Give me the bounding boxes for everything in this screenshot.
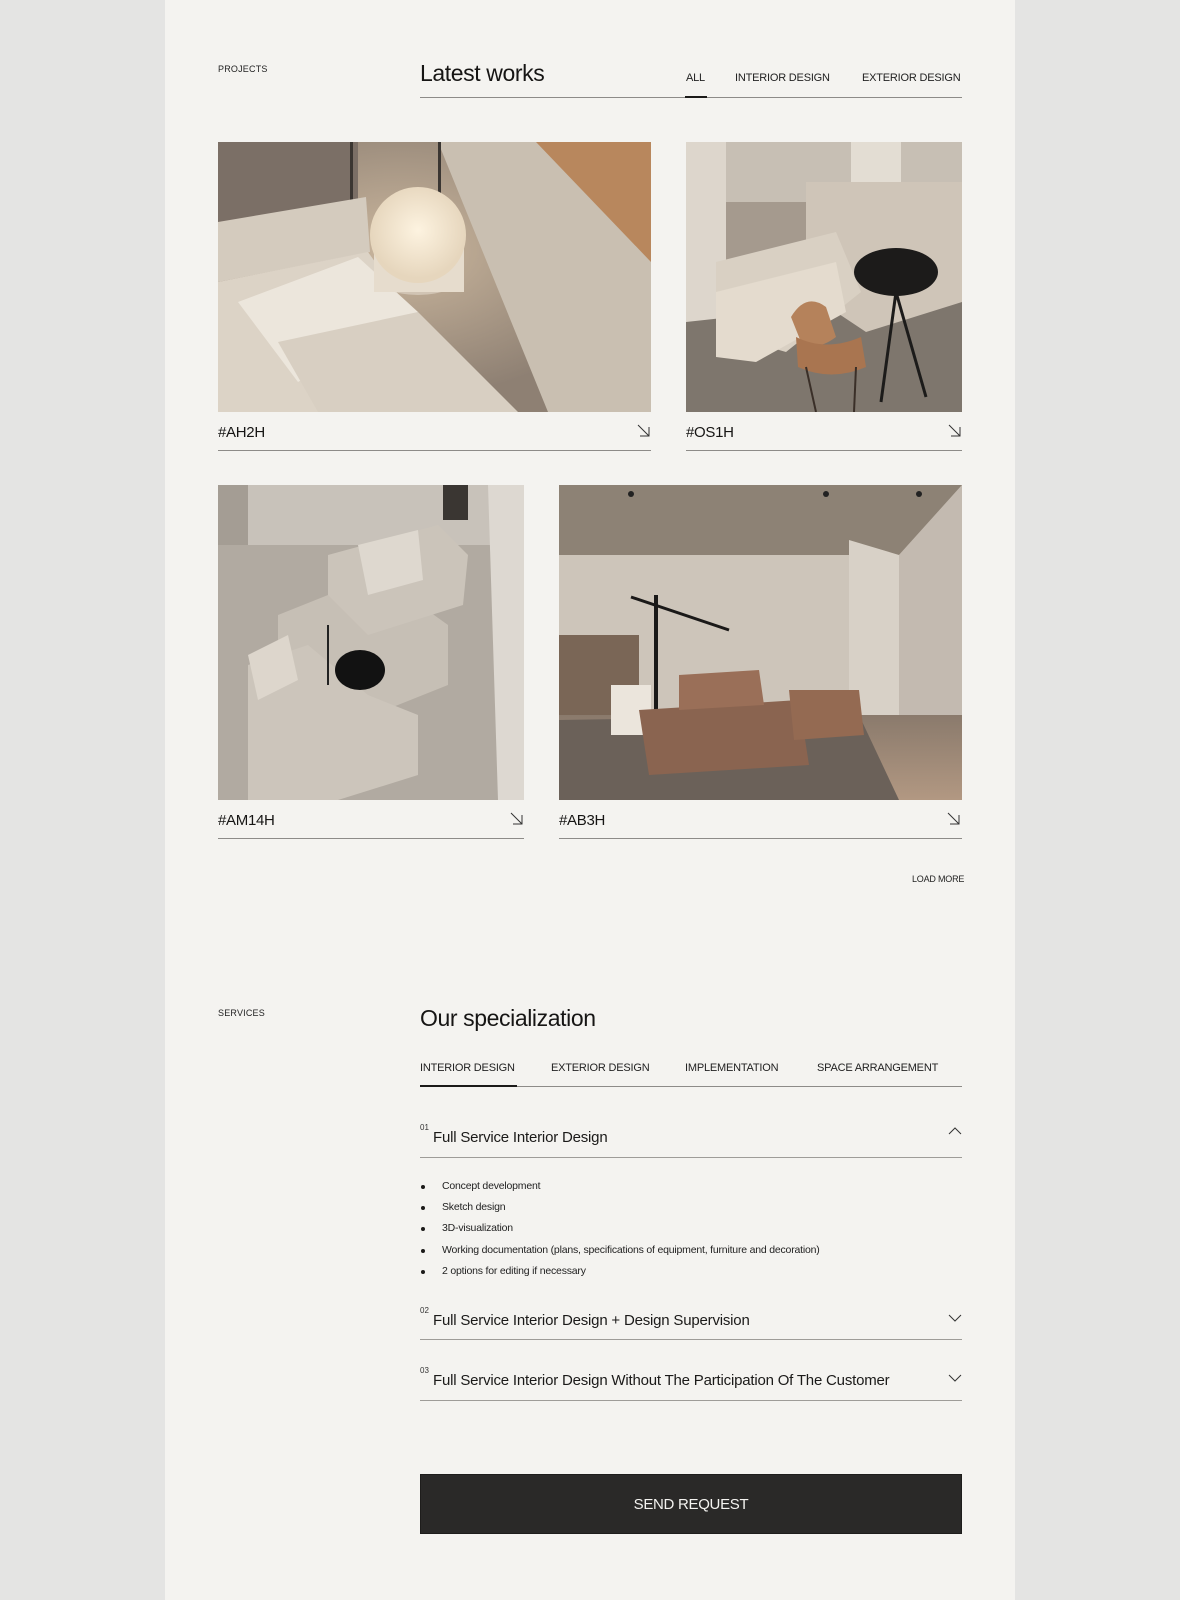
- accordion-number: 01: [420, 1123, 429, 1132]
- card-divider: [559, 838, 962, 839]
- chevron-up-icon[interactable]: [948, 1126, 962, 1136]
- accordion-number: 02: [420, 1306, 429, 1315]
- project-code-ab3h[interactable]: #AB3H: [559, 812, 605, 829]
- accordion-divider: [420, 1339, 962, 1340]
- tab-implementation[interactable]: IMPLEMENTATION: [685, 1062, 779, 1074]
- card-divider: [686, 450, 962, 451]
- load-more-button[interactable]: LOAD MORE: [912, 874, 964, 884]
- accordion-title-design-supervision[interactable]: Full Service Interior Design + Design Su…: [433, 1312, 750, 1329]
- accordion-number: 03: [420, 1366, 429, 1375]
- accordion-title-without-customer[interactable]: Full Service Interior Design Without The…: [433, 1372, 890, 1389]
- project-image-os1h[interactable]: [686, 142, 962, 412]
- tab-space-arrangement[interactable]: SPACE ARRANGEMENT: [817, 1062, 938, 1074]
- services-title: Our specialization: [420, 1005, 596, 1031]
- accordion-title-full-service[interactable]: Full Service Interior Design: [433, 1129, 608, 1146]
- arrow-down-right-icon[interactable]: [637, 424, 651, 438]
- send-request-button[interactable]: SEND REQUEST: [420, 1474, 962, 1534]
- services-section-label: SERVICES: [218, 1008, 265, 1018]
- chevron-down-icon[interactable]: [948, 1373, 962, 1383]
- list-item: Concept development: [420, 1180, 820, 1201]
- list-item: 3D-visualization: [420, 1222, 820, 1243]
- list-item: Working documentation (plans, specificat…: [420, 1244, 820, 1265]
- filter-all[interactable]: ALL: [686, 72, 705, 84]
- project-image-ah2h[interactable]: [218, 142, 651, 412]
- arrow-down-right-icon[interactable]: [947, 812, 961, 826]
- arrow-down-right-icon[interactable]: [948, 424, 962, 438]
- project-code-ah2h[interactable]: #AH2H: [218, 424, 265, 441]
- tab-active-indicator: [420, 1085, 517, 1087]
- project-image-am14h[interactable]: [218, 485, 524, 800]
- project-code-am14h[interactable]: #AM14H: [218, 812, 275, 829]
- arrow-down-right-icon[interactable]: [510, 812, 524, 826]
- project-code-os1h[interactable]: #OS1H: [686, 424, 734, 441]
- filter-active-indicator: [685, 96, 707, 98]
- list-item: 2 options for editing if necessary: [420, 1265, 820, 1286]
- filter-interior-design[interactable]: INTERIOR DESIGN: [735, 72, 830, 84]
- card-divider: [218, 838, 524, 839]
- projects-title: Latest works: [420, 60, 545, 86]
- chevron-down-icon[interactable]: [948, 1313, 962, 1323]
- list-item: Sketch design: [420, 1201, 820, 1222]
- tab-exterior-design[interactable]: EXTERIOR DESIGN: [551, 1062, 650, 1074]
- projects-section-label: PROJECTS: [218, 64, 268, 74]
- filter-exterior-design[interactable]: EXTERIOR DESIGN: [862, 72, 961, 84]
- accordion-content-list: Concept development Sketch design 3D-vis…: [420, 1180, 820, 1286]
- accordion-divider: [420, 1157, 962, 1158]
- card-divider: [218, 450, 651, 451]
- project-image-ab3h[interactable]: [559, 485, 962, 800]
- accordion-divider: [420, 1400, 962, 1401]
- tab-interior-design[interactable]: INTERIOR DESIGN: [420, 1062, 515, 1074]
